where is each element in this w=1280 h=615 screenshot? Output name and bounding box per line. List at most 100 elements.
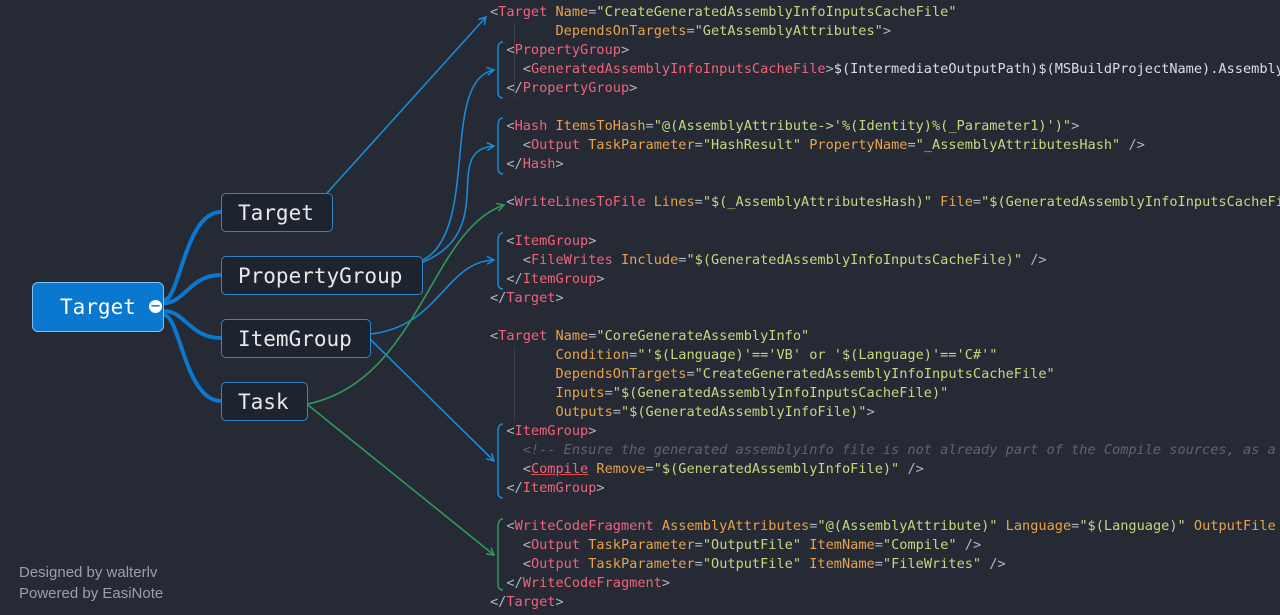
code-token: < [506, 423, 515, 440]
code-token: Output [530, 537, 581, 554]
code-token: AssemblyAttributes [661, 518, 810, 535]
code-line: <WriteLinesToFile Lines="$(_AssemblyAttr… [490, 193, 1280, 212]
code-token: > [825, 61, 834, 78]
code-line: Outputs="$(GeneratedAssemblyInfoFile)"> [490, 403, 1280, 422]
branch-node-label: Task [238, 389, 289, 414]
code-token: = [612, 403, 621, 420]
code-token: "'$(Language)'=='VB' or '$(Language)'=='… [637, 346, 998, 363]
code-token: = [604, 384, 613, 401]
code-token: "CoreGenerateAssemblyInfo" [596, 327, 810, 344]
code-token: < [506, 42, 515, 59]
code-line: </ItemGroup> [490, 479, 1280, 498]
branch-node-label: Target [238, 200, 314, 225]
code-token: "$(GeneratedAssemblyInfoInputsCacheFile)… [981, 194, 1280, 211]
code-token: ItemGroup [514, 232, 589, 249]
code-token: </ [506, 270, 523, 287]
code-token: = [686, 23, 695, 40]
code-line: <!-- Ensure the generated assemblyinfo f… [490, 441, 1280, 460]
code-token: = [645, 118, 654, 135]
code-line: <Hash ItemsToHash="@(AssemblyAttribute->… [490, 117, 1280, 136]
code-token: PropertyGroup [514, 42, 621, 59]
code-token: "CreateGeneratedAssemblyInfoInputsCacheF… [596, 4, 957, 20]
code-token: ItemName [809, 556, 875, 573]
code-token: /> [1128, 137, 1145, 154]
code-token: Lines [653, 194, 695, 211]
arrow-task-to-writecodefragment [307, 404, 496, 556]
code-token: "@(AssemblyAttribute->'%(Identity)%(_Par… [653, 118, 1072, 135]
code-token: </ [506, 575, 523, 592]
code-token: Target [498, 4, 548, 20]
code-token: = [874, 537, 883, 554]
code-token: > [866, 403, 875, 420]
code-token: /> [964, 537, 982, 554]
code-token: < [522, 251, 531, 268]
branch-node-target[interactable]: Target [221, 193, 333, 232]
code-token: < [506, 518, 515, 535]
collapse-icon[interactable]: − [149, 300, 162, 313]
branch-node-itemgroup[interactable]: ItemGroup [221, 319, 371, 358]
code-line: </Target> [490, 593, 1280, 612]
code-token: </ [490, 594, 507, 611]
code-line: DependsOnTargets="CreateGeneratedAssembl… [490, 365, 1280, 384]
root-node-target[interactable]: Target − [32, 282, 164, 332]
code-token: WriteCodeFragment [514, 518, 654, 535]
code-line: <Output TaskParameter="OutputFile" ItemN… [490, 536, 1280, 555]
code-token: > [596, 270, 605, 287]
code-token: = [686, 365, 695, 382]
code-token: Remove [596, 461, 646, 478]
mindmap-canvas: Target − Target PropertyGroup ItemGroup … [0, 0, 1280, 615]
code-token: > [555, 289, 564, 306]
code-line: </Hash> [490, 155, 1280, 174]
code-token: "$(GeneratedAssemblyInfoInputsCacheFile)… [612, 384, 949, 401]
code-token: "OutputFile" [702, 556, 802, 573]
branch-node-task[interactable]: Task [221, 382, 308, 421]
code-token: = [694, 137, 703, 154]
code-token: Target [506, 289, 556, 306]
arrow-itemgroup-to-itemgroup-2 [370, 339, 496, 463]
code-token: Inputs [555, 384, 605, 401]
code-token: ItemName [809, 537, 875, 554]
code-line: </ItemGroup> [490, 270, 1280, 289]
code-token: "$(GeneratedAssemblyInfoFile)" [653, 461, 900, 478]
code-token: = [694, 194, 703, 211]
code-token: </ [506, 156, 523, 173]
code-token: DependsOnTargets [555, 365, 687, 382]
code-token: WriteCodeFragment [522, 575, 662, 592]
code-token: Include [620, 251, 679, 268]
code-token: /> [907, 461, 924, 478]
code-token: "OutputFile" [702, 537, 802, 554]
code-token: = [694, 537, 703, 554]
branch-node-label: PropertyGroup [238, 263, 403, 288]
code-token: > [596, 480, 605, 497]
code-line: <ItemGroup> [490, 232, 1280, 251]
code-token: > [661, 575, 671, 592]
code-token: /> [989, 556, 1006, 573]
branch-node-propertygroup[interactable]: PropertyGroup [221, 256, 423, 295]
arrow-target-to-target [326, 15, 488, 194]
code-token: </ [506, 480, 523, 497]
code-token: > [882, 23, 892, 40]
